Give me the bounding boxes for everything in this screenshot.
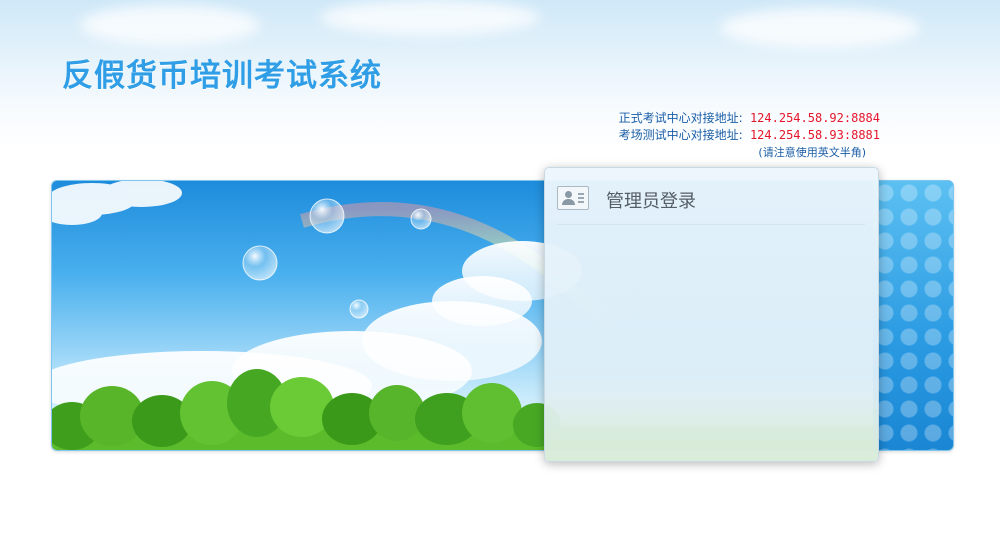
server-label: 正式考试中心对接地址: [618,111,743,125]
background-cloud [720,8,920,48]
server-row-official: 正式考试中心对接地址: 124.254.58.92:8884 [560,110,880,127]
page-title: 反假货币培训考试系统 [62,58,382,94]
background-cloud [80,5,260,45]
banner-pattern [873,181,953,450]
user-card-icon [557,186,589,210]
server-label: 考场测试中心对接地址: [618,128,743,142]
server-address-info: 正式考试中心对接地址: 124.254.58.92:8884 考场测试中心对接地… [560,110,880,161]
login-header: 管理员登录 [557,182,865,225]
login-panel-decoration [545,391,878,461]
server-row-test: 考场测试中心对接地址: 124.254.58.93:8881 [560,127,880,144]
server-address: 124.254.58.93:8881 [749,128,880,142]
login-title: 管理员登录 [606,191,696,212]
server-note: (请注意使用英文半角) [758,146,866,159]
login-panel: 管理员登录 [544,167,879,462]
server-address: 124.254.58.92:8884 [749,111,880,125]
background-cloud [320,0,540,35]
